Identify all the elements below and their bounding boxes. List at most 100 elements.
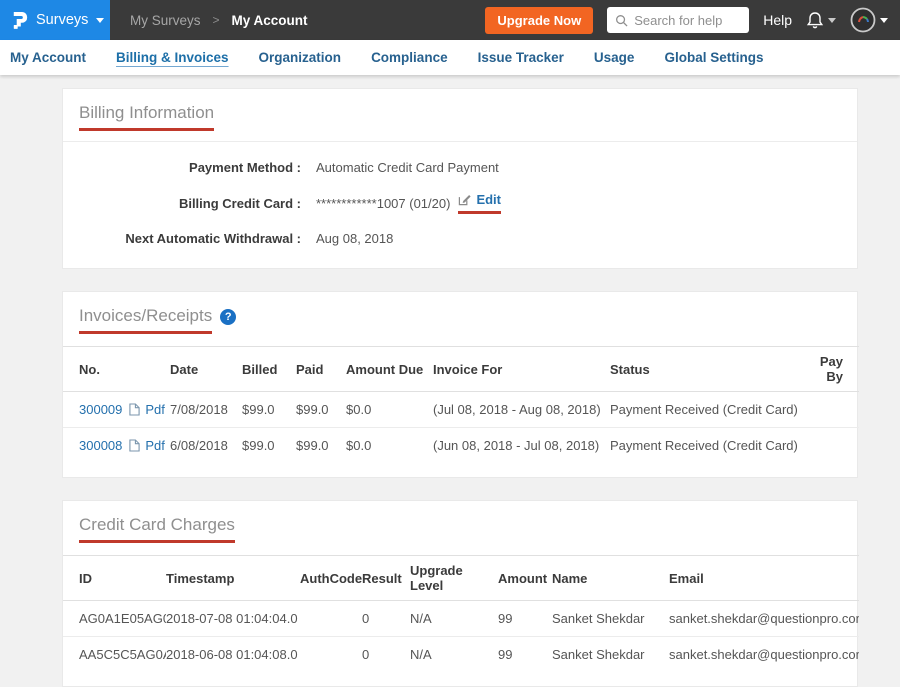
col-billed: Billed xyxy=(242,347,296,392)
invoices-table: No. Date Billed Paid Amount Due Invoice … xyxy=(63,346,859,463)
col-paid: Paid xyxy=(296,347,346,392)
pdf-link[interactable]: Pdf xyxy=(145,438,165,453)
charge-amount: 99 xyxy=(498,637,552,673)
invoice-paid: $99.0 xyxy=(296,428,346,464)
invoice-date: 7/08/2018 xyxy=(170,392,242,428)
chevron-down-icon xyxy=(828,18,836,23)
charge-amount: 99 xyxy=(498,601,552,637)
charge-authcode xyxy=(300,601,362,637)
invoice-number-link[interactable]: 300008 xyxy=(79,438,122,453)
charge-id: AG0A1E05AG0A xyxy=(63,601,166,637)
invoice-pay-by xyxy=(810,428,859,464)
invoice-date: 6/08/2018 xyxy=(170,428,242,464)
account-nav: My Account Billing & Invoices Organizati… xyxy=(0,40,900,75)
col-timestamp: Timestamp xyxy=(166,556,300,601)
invoice-row: 300009 Pdf 7/08/2018 $99.0 $99 xyxy=(63,392,859,428)
tab-compliance[interactable]: Compliance xyxy=(371,50,448,65)
account-menu-button[interactable] xyxy=(850,7,888,33)
billing-credit-card-label: Billing Credit Card : xyxy=(79,196,301,211)
pdf-file-icon xyxy=(129,403,140,416)
tab-global-settings[interactable]: Global Settings xyxy=(664,50,763,65)
charge-upgrade-level: N/A xyxy=(410,601,498,637)
edit-icon xyxy=(458,193,471,206)
tab-my-account[interactable]: My Account xyxy=(10,50,86,65)
billing-information-card: Billing Information Payment Method : Aut… xyxy=(62,88,858,269)
col-upgrade-level: Upgrade Level xyxy=(410,556,498,601)
invoice-amount-due: $0.0 xyxy=(346,428,433,464)
tab-organization[interactable]: Organization xyxy=(259,50,342,65)
billing-credit-card-value: ************1007 (01/20) xyxy=(316,196,450,211)
invoice-row: 300008 Pdf 6/08/2018 $99.0 $99 xyxy=(63,428,859,464)
invoices-header-row: No. Date Billed Paid Amount Due Invoice … xyxy=(63,347,859,392)
charge-id: AA5C5C5AG0A xyxy=(63,637,166,673)
invoice-billed: $99.0 xyxy=(242,392,296,428)
col-id: ID xyxy=(63,556,166,601)
billing-information-title: Billing Information xyxy=(79,103,214,131)
charges-header-row: ID Timestamp AuthCode Result Upgrade Lev… xyxy=(63,556,859,601)
tab-issue-tracker[interactable]: Issue Tracker xyxy=(478,50,564,65)
bell-icon xyxy=(806,11,824,30)
edit-card-action[interactable]: Edit xyxy=(458,192,501,214)
invoices-receipts-title: Invoices/Receipts xyxy=(79,306,212,334)
credit-card-charges-card: Credit Card Charges ID Timestamp AuthCod… xyxy=(62,500,858,687)
help-circle-icon[interactable]: ? xyxy=(220,309,236,325)
col-authcode: AuthCode xyxy=(300,556,362,601)
charge-row: AG0A1E05AG0A 2018-07-08 01:04:04.0 0 N/A… xyxy=(63,601,859,637)
product-switcher-label: Surveys xyxy=(36,12,88,28)
charge-authcode xyxy=(300,637,362,673)
col-name: Name xyxy=(552,556,669,601)
pdf-file-icon xyxy=(129,439,140,452)
help-search-box[interactable] xyxy=(607,7,749,33)
help-link[interactable]: Help xyxy=(763,12,792,28)
upgrade-now-button[interactable]: Upgrade Now xyxy=(485,7,593,34)
col-email: Email xyxy=(669,556,859,601)
invoice-status: Payment Received (Credit Card) xyxy=(610,392,810,428)
tab-usage[interactable]: Usage xyxy=(594,50,635,65)
tab-billing-invoices[interactable]: Billing & Invoices xyxy=(116,50,229,65)
charge-row: AA5C5C5AG0A 2018-06-08 01:04:08.0 0 N/A … xyxy=(63,637,859,673)
invoice-number-link[interactable]: 300009 xyxy=(79,402,122,417)
search-icon xyxy=(615,14,628,27)
invoice-pay-by xyxy=(810,392,859,428)
charge-name: Sanket Shekdar xyxy=(552,601,669,637)
charge-result: 0 xyxy=(362,637,410,673)
col-result: Result xyxy=(362,556,410,601)
col-status: Status xyxy=(610,347,810,392)
col-invoice-for: Invoice For xyxy=(433,347,610,392)
notifications-button[interactable] xyxy=(806,11,836,30)
col-amount-due: Amount Due xyxy=(346,347,433,392)
invoice-amount-due: $0.0 xyxy=(346,392,433,428)
billing-credit-card-row: Billing Credit Card : ************1007 (… xyxy=(79,192,841,214)
product-switcher[interactable]: Surveys xyxy=(0,0,110,40)
charge-timestamp: 2018-06-08 01:04:08.0 xyxy=(166,637,300,673)
credit-card-charges-title: Credit Card Charges xyxy=(79,515,235,543)
questionpro-logo-icon xyxy=(12,10,28,31)
charge-name: Sanket Shekdar xyxy=(552,637,669,673)
next-withdrawal-label: Next Automatic Withdrawal : xyxy=(79,231,301,246)
avatar xyxy=(850,7,876,33)
edit-card-link[interactable]: Edit xyxy=(476,192,501,207)
payment-method-value: Automatic Credit Card Payment xyxy=(316,160,499,175)
invoice-paid: $99.0 xyxy=(296,392,346,428)
charge-upgrade-level: N/A xyxy=(410,637,498,673)
main-content: Billing Information Payment Method : Aut… xyxy=(0,75,900,687)
charge-timestamp: 2018-07-08 01:04:04.0 xyxy=(166,601,300,637)
payment-method-label: Payment Method : xyxy=(79,160,301,175)
help-search-input[interactable] xyxy=(634,13,741,28)
charge-result: 0 xyxy=(362,601,410,637)
breadcrumb-my-surveys[interactable]: My Surveys xyxy=(130,13,201,28)
topbar: Surveys My Surveys > My Account Upgrade … xyxy=(0,0,900,40)
pdf-link[interactable]: Pdf xyxy=(145,402,165,417)
topbar-right: Upgrade Now Help xyxy=(485,7,900,34)
invoice-for: (Jun 08, 2018 - Jul 08, 2018) xyxy=(433,428,610,464)
charge-email: sanket.shekdar@questionpro.com xyxy=(669,637,859,673)
payment-method-row: Payment Method : Automatic Credit Card P… xyxy=(79,160,841,175)
chevron-down-icon xyxy=(96,18,104,23)
breadcrumb-separator: > xyxy=(213,13,220,27)
invoice-billed: $99.0 xyxy=(242,428,296,464)
invoices-receipts-card: Invoices/Receipts ? No. Date Billed Paid… xyxy=(62,291,858,478)
next-withdrawal-value: Aug 08, 2018 xyxy=(316,231,393,246)
invoice-status: Payment Received (Credit Card) xyxy=(610,428,810,464)
next-withdrawal-row: Next Automatic Withdrawal : Aug 08, 2018 xyxy=(79,231,841,246)
col-amount: Amount xyxy=(498,556,552,601)
